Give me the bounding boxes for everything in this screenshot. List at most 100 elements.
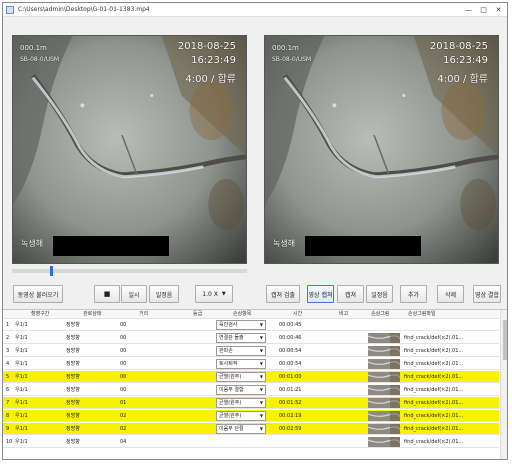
header-note: 비고: [339, 311, 349, 317]
row-direction: 정방향: [66, 387, 80, 393]
header-pipe-state: 관로상태: [83, 311, 102, 317]
row-code: 00: [120, 322, 127, 328]
header-time: 시간: [293, 311, 303, 317]
capture-button[interactable]: 캡쳐: [337, 285, 364, 303]
pause-button[interactable]: 일정음: [366, 285, 393, 303]
row-file: find_crack/def(×2).01...: [404, 400, 464, 406]
row-code: 04: [120, 439, 127, 445]
header-section: 촬영구간: [31, 311, 50, 317]
row-time: 00:00:54: [279, 361, 302, 367]
close-button[interactable]: ✕: [494, 4, 503, 16]
osd-time: 16:23:49: [443, 55, 488, 66]
defect-type-dropdown[interactable]: 이음부 결함 ▼: [216, 385, 266, 395]
stop-button[interactable]: ■: [94, 285, 120, 303]
capture-detect-button[interactable]: 캡쳐 검출: [266, 285, 300, 303]
delete-button[interactable]: 삭제: [437, 285, 464, 303]
defect-thumbnail[interactable]: [368, 385, 400, 395]
defect-type-dropdown[interactable]: 균열(원주) ▼: [216, 411, 266, 421]
defect-thumbnail[interactable]: [368, 437, 400, 447]
osd-bottom-label: 녹생해: [21, 239, 44, 248]
osd-distance: 000.1m: [20, 44, 47, 52]
table-header: 촬영구간 관로상태 거리 등급 손상항목 시간 비고 손상그림 손상그림파일: [3, 310, 499, 319]
video-seek-bar[interactable]: [12, 266, 247, 276]
chevron-down-icon: ▼: [259, 322, 263, 327]
row-section: 우1/1: [15, 335, 28, 341]
table-row[interactable]: 4 우1/1 정방향 00 토사퇴적 ▼ 00:00:54 find_crack/def(×2…: [3, 358, 499, 370]
row-direction: 정방향: [66, 413, 80, 419]
detected-video-view[interactable]: 000.1m SB-08-0/USM 2018-08-25 16:23:49 4…: [264, 35, 499, 264]
redaction-box: [305, 236, 421, 256]
header-defect-file: 손상그림파일: [408, 311, 436, 317]
add-button[interactable]: 추가: [400, 285, 427, 303]
table-row[interactable]: 10 우1/1 정방향 04 find_crack/def(×2).01...: [3, 436, 499, 448]
defect-thumbnail[interactable]: [368, 346, 400, 356]
title-bar: C:\Users\admin\Desktop\G-01-01-1383.mp4 …: [3, 3, 507, 17]
row-direction: 정방향: [66, 335, 80, 341]
defect-thumbnail[interactable]: [368, 424, 400, 434]
table-row[interactable]: 9 우1/1 정방향 02 이음부 단절 ▼ 00:02:59 find_crack/def(…: [3, 423, 499, 435]
table-row[interactable]: 1 우1/1 정방향 00 육안검사 ▼ 00:00:45: [3, 319, 499, 331]
table-row[interactable]: 5 우1/1 정방향 00 균열(원주) ▼ 00:01:00 find_crack/def(…: [3, 371, 499, 383]
header-defect-item: 손상항목: [233, 311, 252, 317]
row-time: 00:00:46: [279, 335, 302, 341]
play-button[interactable]: 일시: [121, 285, 147, 303]
speed-select[interactable]: 1.0 X ▼: [195, 285, 233, 303]
defect-thumbnail[interactable]: [368, 411, 400, 421]
row-number: 6: [6, 387, 10, 393]
image-capture-button[interactable]: 영상 캡쳐: [307, 285, 334, 303]
chevron-down-icon: ▼: [259, 400, 263, 405]
row-direction: 정방향: [66, 348, 80, 354]
osd-bottom-label: 녹생해: [273, 239, 296, 248]
table-row[interactable]: 2 우1/1 정방향 00 연결관 돌출 ▼ 00:00:46 find_crack/def(…: [3, 332, 499, 344]
defect-type-dropdown[interactable]: 균열(원주) ▼: [216, 372, 266, 382]
load-video-button[interactable]: 동영상 불러오기: [13, 285, 63, 303]
minimize-button[interactable]: —: [464, 4, 473, 16]
merge-video-button[interactable]: 영상 결합: [473, 285, 501, 303]
defect-type-dropdown[interactable]: 균열(원주) ▼: [216, 398, 266, 408]
row-time: 00:01:00: [279, 374, 302, 380]
scrollbar-thumb[interactable]: [503, 320, 507, 360]
table-row[interactable]: 3 우1/1 정방향 00 관파손 ▼ 00:00:54 find_crack/def(×2)…: [3, 345, 499, 357]
chevron-down-icon: ▼: [259, 361, 263, 366]
defect-thumbnail[interactable]: [368, 359, 400, 369]
chevron-down-icon: ▼: [259, 335, 263, 340]
row-code: 00: [120, 387, 127, 393]
row-time: 00:01:21: [279, 387, 302, 393]
window-title: C:\Users\admin\Desktop\G-01-01-1383.mp4: [18, 6, 150, 13]
osd-distance: 000.1m: [272, 44, 299, 52]
row-direction: 정방향: [66, 426, 80, 432]
row-file: find_crack/def(×2).01...: [404, 426, 464, 432]
maximize-button[interactable]: □: [479, 4, 488, 16]
defect-type-dropdown[interactable]: 연결관 돌출 ▼: [216, 333, 266, 343]
defect-thumbnail[interactable]: [368, 333, 400, 343]
header-grade: 등급: [193, 311, 203, 317]
row-file: find_crack/def(×2).01...: [404, 361, 464, 367]
row-section: 우1/1: [15, 361, 28, 367]
table-row[interactable]: 6 우1/1 정방향 00 이음부 결함 ▼ 00:01:21 find_crack/def(…: [3, 384, 499, 396]
header-distance: 거리: [139, 311, 149, 317]
seek-thumb[interactable]: [49, 266, 53, 276]
original-video-view[interactable]: 000.1m SB-08-0/USM 2018-08-25 16:23:49 4…: [12, 35, 247, 264]
row-time: 00:01:52: [279, 400, 302, 406]
defect-thumbnail[interactable]: [368, 398, 400, 408]
row-section: 우1/1: [15, 387, 28, 393]
row-code: 01: [120, 400, 127, 406]
row-number: 5: [6, 374, 10, 380]
defect-type-dropdown[interactable]: 육안검사 ▼: [216, 320, 266, 330]
row-section: 우1/1: [15, 439, 28, 445]
chevron-down-icon: ▼: [221, 291, 226, 297]
defect-type-dropdown[interactable]: 관파손 ▼: [216, 346, 266, 356]
chevron-down-icon: ▼: [259, 374, 263, 379]
defect-type-dropdown[interactable]: 토사퇴적 ▼: [216, 359, 266, 369]
row-number: 7: [6, 400, 10, 406]
defect-type-value: 이음부 결함: [219, 387, 244, 393]
defect-type-dropdown[interactable]: 이음부 단절 ▼: [216, 424, 266, 434]
row-section: 우1/1: [15, 426, 28, 432]
table-row[interactable]: 8 우1/1 정방향 02 균열(원주) ▼ 00:02:19 find_crack/def(…: [3, 410, 499, 422]
defect-thumbnail[interactable]: [368, 372, 400, 382]
end-button[interactable]: 일정음: [149, 285, 179, 303]
row-section: 우1/1: [15, 374, 28, 380]
table-scrollbar[interactable]: [500, 310, 507, 459]
table-row[interactable]: 7 우1/1 정방향 01 균열(원주) ▼ 00:01:52 find_crack/def(…: [3, 397, 499, 409]
row-section: 우1/1: [15, 400, 28, 406]
